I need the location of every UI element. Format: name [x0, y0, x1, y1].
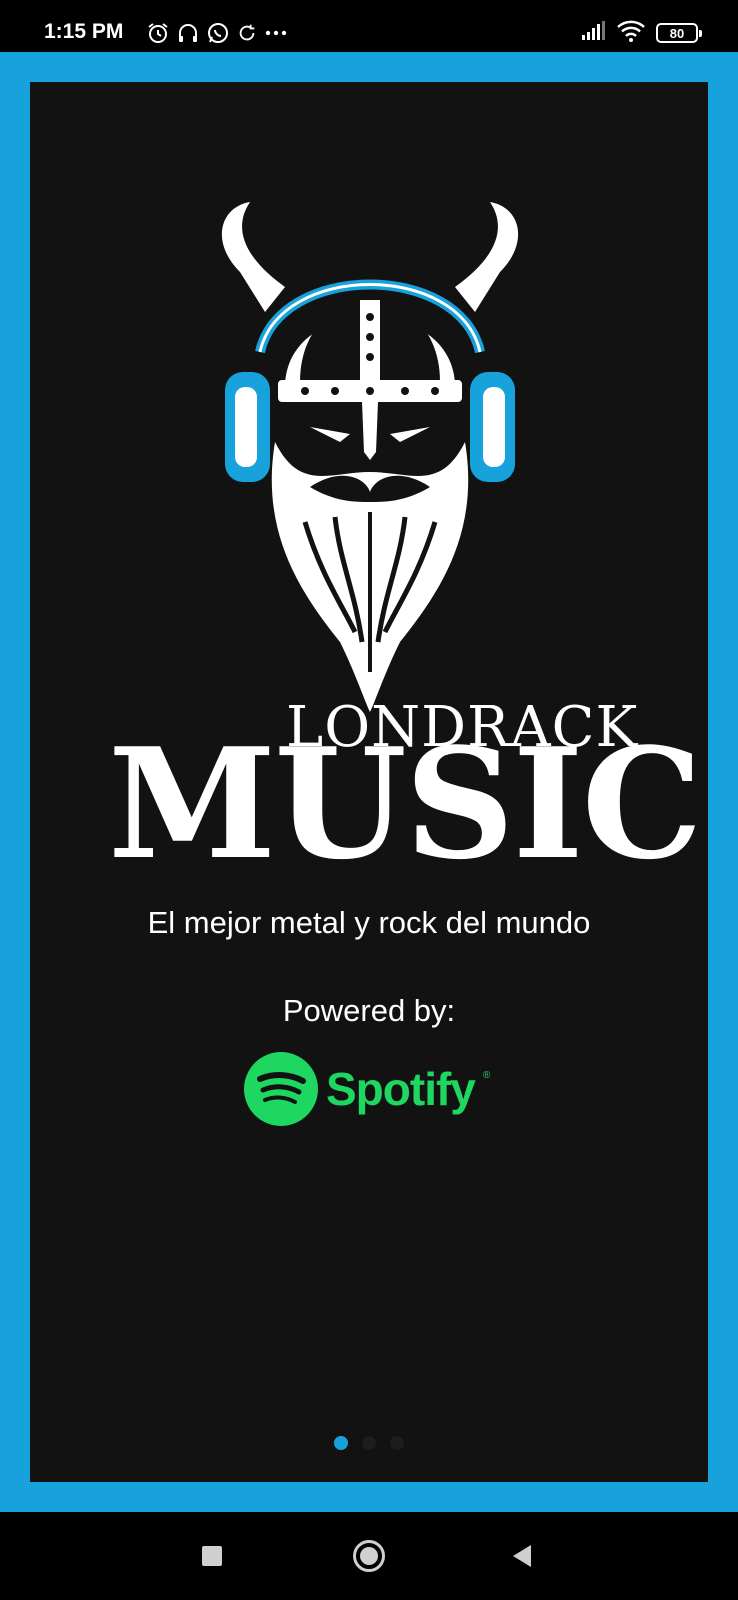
alarm-icon — [146, 21, 170, 45]
navigation-bar — [0, 1512, 738, 1600]
powered-by-label: Powered by: — [282, 993, 456, 1028]
spotify-wordmark: Spotify — [326, 1063, 476, 1115]
spotify-icon — [244, 1052, 318, 1126]
recents-button[interactable] — [182, 1512, 242, 1600]
more-dots-icon — [264, 21, 290, 45]
registered-mark: ® — [482, 1069, 491, 1081]
recents-icon — [202, 1546, 222, 1566]
sync-icon — [236, 22, 258, 44]
back-icon — [513, 1545, 531, 1567]
back-button[interactable] — [492, 1512, 552, 1600]
home-icon — [353, 1540, 385, 1572]
status-time: 1:15 PM — [44, 20, 124, 43]
spotify-logo: Spotify ® — [244, 1052, 490, 1126]
tagline: El mejor metal y rock del mundo — [147, 905, 591, 940]
page-indicator — [0, 1436, 738, 1450]
whatsapp-icon — [206, 21, 230, 45]
wifi-icon — [616, 19, 646, 48]
page-dot-1[interactable] — [334, 1436, 348, 1450]
status-bar: 1:15 PM 80 — [0, 0, 738, 52]
signal-icon — [580, 20, 606, 47]
battery-icon: 80 — [656, 23, 702, 43]
page-dot-3[interactable] — [390, 1436, 404, 1450]
battery-level: 80 — [669, 25, 685, 41]
brand-name-bottom: MUSIC — [108, 714, 703, 893]
home-button[interactable] — [339, 1512, 399, 1600]
system-icons: 80 — [580, 19, 702, 48]
page-dot-2[interactable] — [362, 1436, 376, 1450]
headphones-icon — [176, 21, 200, 45]
viking-headphones-logo — [221, 202, 519, 712]
notification-icons — [146, 20, 290, 46]
